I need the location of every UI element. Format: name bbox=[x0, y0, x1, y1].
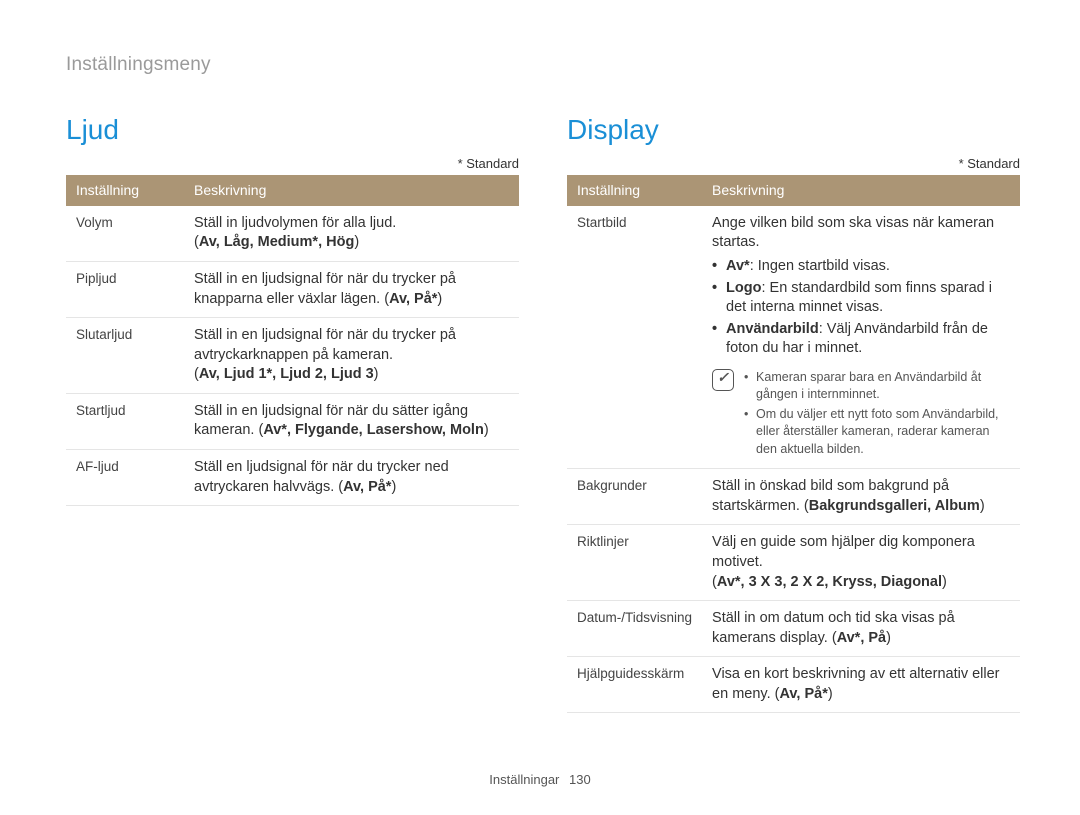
table-row: Startbild Ange vilken bild som ska visas… bbox=[567, 206, 1020, 469]
table-row: Riktlinjer Välj en guide som hjälper dig… bbox=[567, 525, 1020, 601]
setting-label: Slutarljud bbox=[66, 318, 184, 394]
note-box: ✓ Kameran sparar bara en Användarbild åt… bbox=[712, 369, 1010, 461]
sound-table: Inställning Beskrivning Volym Ställ in l… bbox=[66, 175, 519, 506]
setting-label: Volym bbox=[66, 206, 184, 262]
note-icon: ✓ bbox=[712, 369, 734, 391]
setting-label: Hjälpguidesskärm bbox=[567, 657, 702, 713]
setting-label: Startljud bbox=[66, 393, 184, 449]
table-row: AF-ljud Ställ en ljudsignal för när du t… bbox=[66, 449, 519, 505]
list-item: Om du väljer ett nytt foto som Användarb… bbox=[744, 406, 1010, 459]
setting-desc: Ställ in om datum och tid ska visas på k… bbox=[702, 601, 1020, 657]
setting-label: AF-ljud bbox=[66, 449, 184, 505]
th-desc: Beskrivning bbox=[702, 175, 1020, 206]
setting-desc: Ställ in önskad bild som bakgrund på sta… bbox=[702, 469, 1020, 525]
table-row: Slutarljud Ställ in en ljudsignal för nä… bbox=[66, 318, 519, 394]
setting-label: Bakgrunder bbox=[567, 469, 702, 525]
setting-desc: Ställ en ljudsignal för när du trycker n… bbox=[184, 449, 519, 505]
th-setting: Inställning bbox=[567, 175, 702, 206]
table-row: Hjälpguidesskärm Visa en kort beskrivnin… bbox=[567, 657, 1020, 713]
table-row: Datum-/Tidsvisning Ställ in om datum och… bbox=[567, 601, 1020, 657]
standard-note: * Standard bbox=[567, 156, 1020, 171]
table-row: Pipljud Ställ in en ljudsignal för när d… bbox=[66, 262, 519, 318]
list-item: Användarbild: Välj Användarbild från de … bbox=[712, 320, 1010, 359]
sound-title: Ljud bbox=[66, 114, 519, 146]
setting-label: Pipljud bbox=[66, 262, 184, 318]
note-list: Kameran sparar bara en Användarbild åt g… bbox=[744, 369, 1010, 461]
sound-section: Ljud * Standard Inställning Beskrivning … bbox=[66, 114, 519, 713]
display-title: Display bbox=[567, 114, 1020, 146]
th-desc: Beskrivning bbox=[184, 175, 519, 206]
footer-label: Inställningar bbox=[489, 772, 559, 787]
option-list: Av*: Ingen startbild visas. Logo: En sta… bbox=[712, 257, 1010, 359]
list-item: Av*: Ingen startbild visas. bbox=[712, 257, 1010, 277]
table-row: Bakgrunder Ställ in önskad bild som bakg… bbox=[567, 469, 1020, 525]
setting-desc: Visa en kort beskrivning av ett alternat… bbox=[702, 657, 1020, 713]
page-number: 130 bbox=[569, 772, 591, 787]
setting-desc: Ställ in en ljudsignal för när du sätter… bbox=[184, 393, 519, 449]
list-item: Kameran sparar bara en Användarbild åt g… bbox=[744, 369, 1010, 404]
breadcrumb: Inställningsmeny bbox=[66, 54, 1020, 76]
setting-desc: Ställ in ljudvolymen för alla ljud. (Av,… bbox=[184, 206, 519, 262]
display-table: Inställning Beskrivning Startbild Ange v… bbox=[567, 175, 1020, 713]
standard-note: * Standard bbox=[66, 156, 519, 171]
setting-desc: Ställ in en ljudsignal för när du trycke… bbox=[184, 318, 519, 394]
setting-label: Riktlinjer bbox=[567, 525, 702, 601]
th-setting: Inställning bbox=[66, 175, 184, 206]
display-section: Display * Standard Inställning Beskrivni… bbox=[567, 114, 1020, 713]
setting-desc: Ange vilken bild som ska visas när kamer… bbox=[702, 206, 1020, 469]
table-row: Startljud Ställ in en ljudsignal för när… bbox=[66, 393, 519, 449]
setting-label: Startbild bbox=[567, 206, 702, 469]
setting-desc: Ställ in en ljudsignal för när du trycke… bbox=[184, 262, 519, 318]
page-footer: Inställningar 130 bbox=[0, 772, 1080, 787]
table-row: Volym Ställ in ljudvolymen för alla ljud… bbox=[66, 206, 519, 262]
list-item: Logo: En standardbild som finns sparad i… bbox=[712, 279, 1010, 318]
setting-desc: Välj en guide som hjälper dig komponera … bbox=[702, 525, 1020, 601]
setting-label: Datum-/Tidsvisning bbox=[567, 601, 702, 657]
